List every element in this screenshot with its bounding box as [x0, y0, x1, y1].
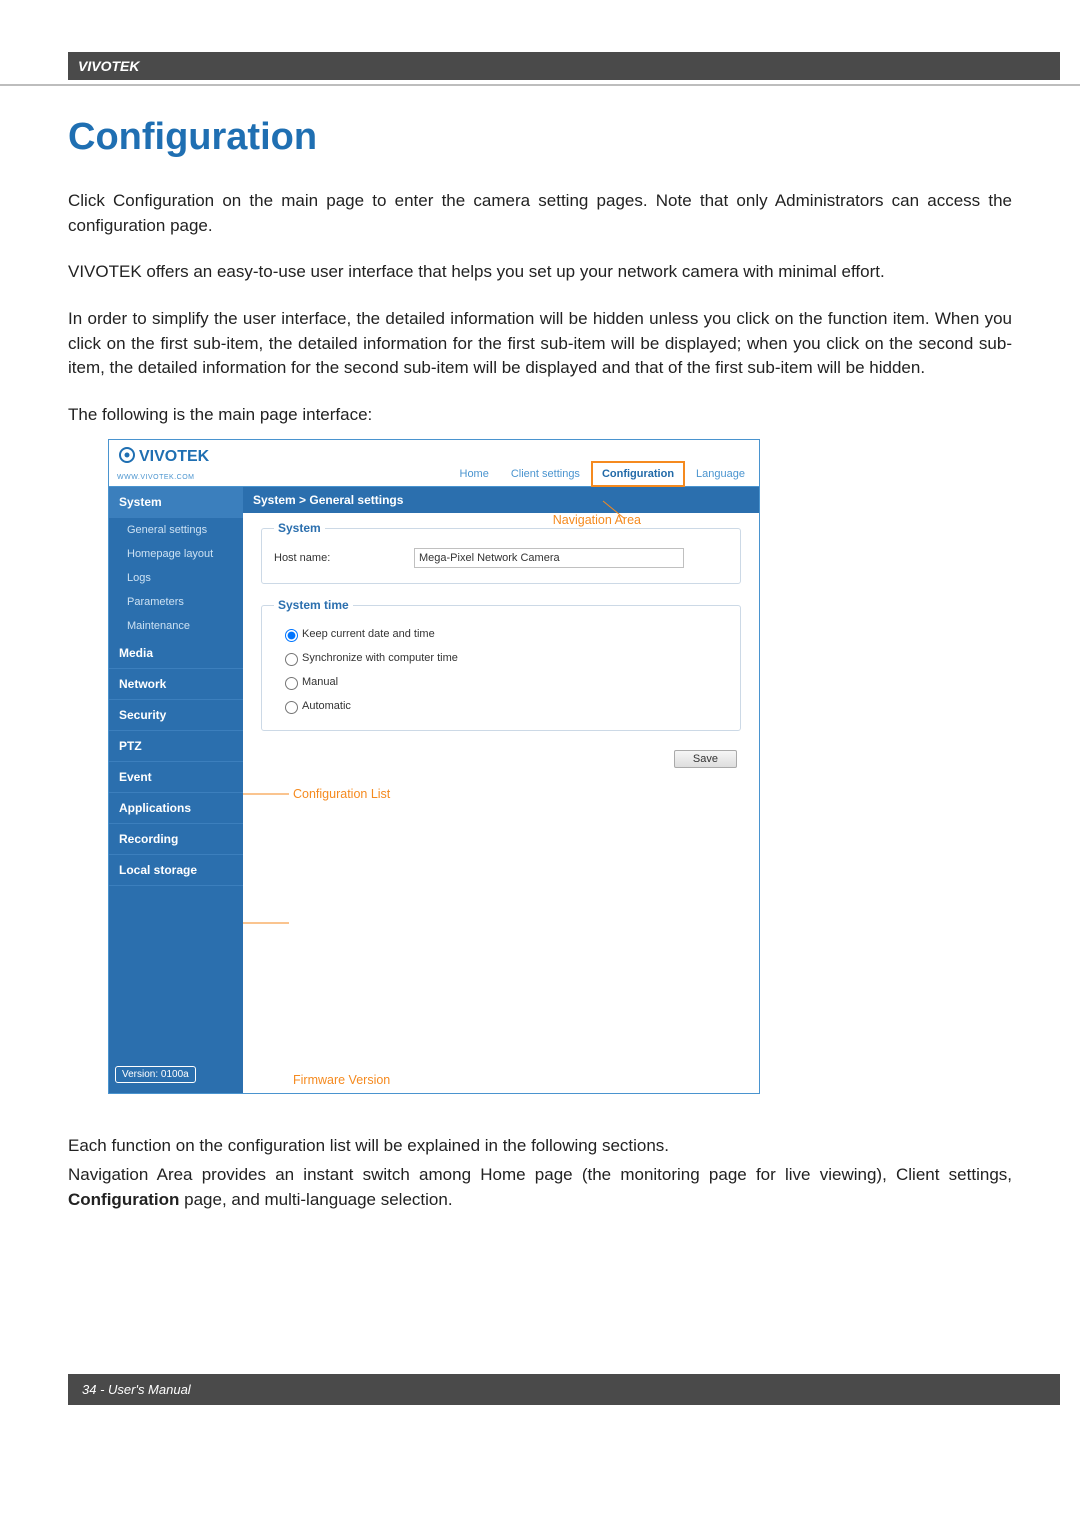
radio-automatic[interactable]: [285, 701, 298, 714]
annotation-navigation-area: Navigation Area: [553, 513, 641, 527]
sidebar-cat-local-storage[interactable]: Local storage: [109, 855, 243, 886]
annotation-firmware-version: Firmware Version: [293, 1073, 390, 1087]
system-fieldset: System Host name:: [261, 521, 741, 584]
intro-para-1: Click Configuration on the main page to …: [68, 189, 1012, 238]
tab-client-settings[interactable]: Client settings: [501, 462, 590, 486]
eye-icon: VIVOTEK: [117, 444, 227, 466]
hostname-label: Host name:: [274, 552, 414, 564]
breadcrumb: System > General settings: [243, 487, 759, 513]
radio-manual-label: Manual: [302, 676, 338, 688]
sidebar-item-homepage-layout[interactable]: Homepage layout: [109, 542, 243, 566]
svg-text:VIVOTEK: VIVOTEK: [139, 448, 210, 465]
config-ui-screenshot: VIVOTEK WWW.VIVOTEK.COM Home Client sett…: [108, 439, 760, 1094]
sidebar: System General settings Homepage layout …: [109, 487, 243, 1093]
header-divider: [0, 84, 1080, 86]
intro-para-2: VIVOTEK offers an easy-to-use user inter…: [68, 260, 1012, 285]
radio-automatic-label: Automatic: [302, 700, 351, 712]
radio-sync-computer[interactable]: [285, 653, 298, 666]
page-title: Configuration: [68, 116, 1012, 159]
sidebar-cat-ptz[interactable]: PTZ: [109, 731, 243, 762]
save-button[interactable]: Save: [674, 750, 737, 768]
sidebar-item-logs[interactable]: Logs: [109, 566, 243, 590]
logo-subline: WWW.VIVOTEK.COM: [117, 474, 195, 481]
tab-configuration[interactable]: Configuration: [592, 462, 684, 486]
nav-tabs: Home Client settings Configuration Langu…: [450, 462, 760, 486]
sidebar-cat-system[interactable]: System: [109, 487, 243, 518]
tab-home[interactable]: Home: [450, 462, 499, 486]
sidebar-cat-applications[interactable]: Applications: [109, 793, 243, 824]
hostname-input[interactable]: [414, 548, 684, 568]
sidebar-cat-network[interactable]: Network: [109, 669, 243, 700]
system-legend: System: [274, 521, 325, 535]
sidebar-cat-media[interactable]: Media: [109, 638, 243, 669]
main-area: System > General settings System Host na…: [243, 487, 759, 1093]
radio-keep-current-label: Keep current date and time: [302, 628, 435, 640]
sidebar-cat-recording[interactable]: Recording: [109, 824, 243, 855]
footer-page-info: 34 - User's Manual: [68, 1374, 1060, 1405]
system-time-legend: System time: [274, 598, 353, 612]
lead-text: The following is the main page interface…: [68, 403, 1012, 428]
sidebar-cat-security[interactable]: Security: [109, 700, 243, 731]
annotation-configuration-list: Configuration List: [293, 787, 390, 801]
header-brand: VIVOTEK: [68, 52, 1060, 80]
sidebar-item-parameters[interactable]: Parameters: [109, 590, 243, 614]
tab-language[interactable]: Language: [686, 462, 755, 486]
intro-para-3: In order to simplify the user interface,…: [68, 307, 1012, 381]
after-para-2: Navigation Area provides an instant swit…: [68, 1163, 1012, 1212]
radio-keep-current[interactable]: [285, 629, 298, 642]
top-nav: VIVOTEK WWW.VIVOTEK.COM Home Client sett…: [109, 440, 759, 487]
system-time-fieldset: System time Keep current date and time S…: [261, 598, 741, 731]
vivotek-logo: VIVOTEK WWW.VIVOTEK.COM: [109, 440, 305, 486]
radio-sync-computer-label: Synchronize with computer time: [302, 652, 458, 664]
sidebar-item-general-settings[interactable]: General settings: [109, 518, 243, 542]
after-para-1: Each function on the configuration list …: [68, 1134, 1012, 1159]
sidebar-item-maintenance[interactable]: Maintenance: [109, 614, 243, 638]
sidebar-cat-event[interactable]: Event: [109, 762, 243, 793]
radio-manual[interactable]: [285, 677, 298, 690]
firmware-version-badge: Version: 0100a: [115, 1066, 196, 1083]
